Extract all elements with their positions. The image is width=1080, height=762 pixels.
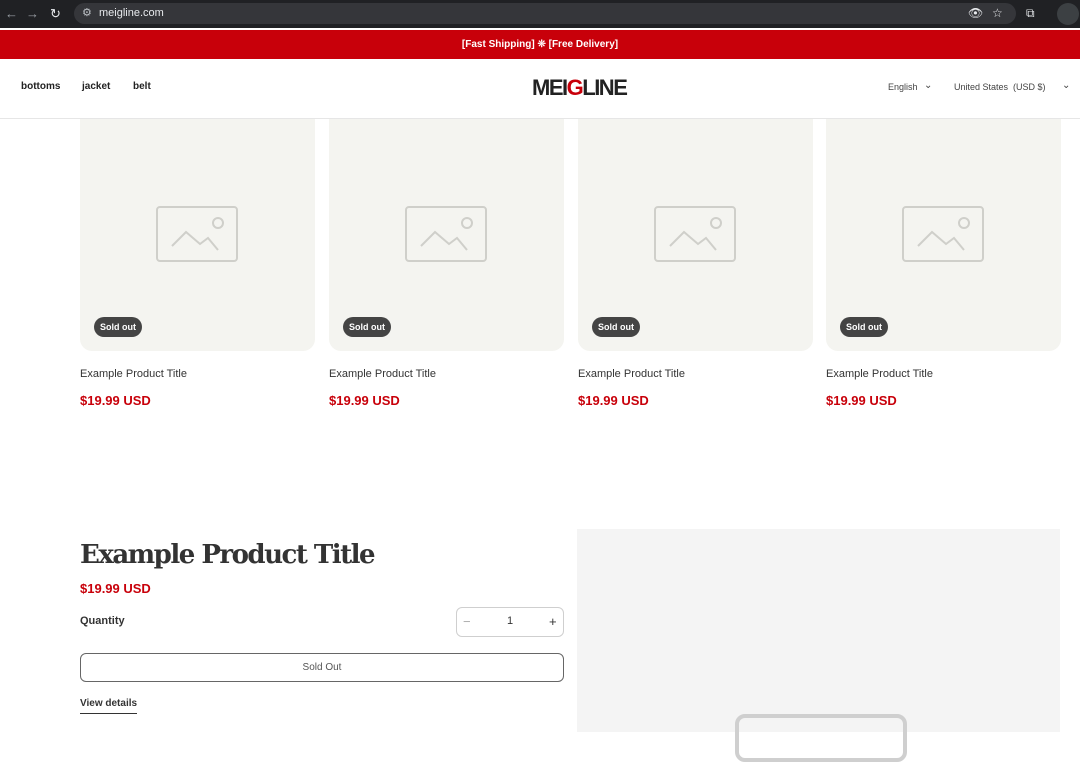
quantity-input[interactable]: 1 (507, 615, 513, 627)
logo-part-red: G (566, 75, 584, 100)
sold-out-badge: Sold out (343, 317, 391, 337)
product-price: $19.99 USD (80, 393, 151, 408)
product-image-placeholder[interactable]: Sold out (329, 119, 564, 351)
product-price: $19.99 USD (578, 393, 649, 408)
quantity-label: Quantity (80, 615, 125, 627)
extensions-icon[interactable]: ⧉ (1026, 6, 1035, 21)
language-selector[interactable]: English (888, 82, 918, 92)
decrease-quantity-button[interactable]: − (463, 614, 471, 629)
reload-icon[interactable]: ↻ (50, 6, 61, 22)
product-card[interactable]: Sold out Example Product Title $19.99 US… (80, 119, 315, 408)
product-title[interactable]: Example Product Title (826, 368, 933, 380)
nav-jacket[interactable]: jacket (82, 81, 110, 92)
chevron-down-icon: ⌄ (924, 80, 933, 91)
view-details-link[interactable]: View details (80, 698, 138, 714)
product-title[interactable]: Example Product Title (578, 368, 685, 380)
product-card[interactable]: Sold out Example Product Title $19.99 US… (329, 119, 564, 408)
sold-out-badge: Sold out (94, 317, 142, 337)
country-name: United States (954, 82, 1009, 92)
quantity-stepper: − 1 + (456, 607, 564, 637)
product-card[interactable]: Sold out Example Product Title $19.99 US… (826, 119, 1061, 408)
product-image-placeholder[interactable]: Sold out (80, 119, 315, 351)
image-placeholder-icon (405, 206, 487, 262)
back-icon[interactable]: ← (5, 6, 18, 21)
product-card[interactable]: Sold out Example Product Title $19.99 US… (578, 119, 813, 408)
product-price: $19.99 USD (826, 393, 897, 408)
forward-icon[interactable]: → (26, 6, 39, 21)
logo-part: MEI (532, 75, 568, 100)
site-settings-icon[interactable]: ⚙ (82, 6, 92, 19)
sold-out-badge: Sold out (840, 317, 888, 337)
nav-bottoms[interactable]: bottoms (21, 81, 60, 92)
product-image-placeholder[interactable]: Sold out (578, 119, 813, 351)
star-icon[interactable]: ☆ (992, 6, 1003, 20)
product-title[interactable]: Example Product Title (329, 368, 436, 380)
logo-part: LINE (582, 75, 628, 100)
product-price: $19.99 USD (329, 393, 400, 408)
eye-off-icon[interactable]: 👁 (968, 6, 983, 20)
image-placeholder-icon (735, 714, 907, 762)
image-placeholder-icon (902, 206, 984, 262)
site-header: bottoms jacket belt MEIGLINE English ⌄ U… (0, 59, 1080, 119)
address-bar[interactable]: ⚙ meigline.com (74, 3, 1016, 24)
site-logo[interactable]: MEIGLINE (532, 75, 628, 101)
image-placeholder-icon (156, 206, 238, 262)
featured-product-title: Example Product Title (80, 540, 376, 570)
currency-label: (USD $) (1013, 82, 1046, 92)
chevron-down-icon: ⌄ (1062, 80, 1071, 91)
increase-quantity-button[interactable]: + (549, 614, 557, 629)
product-title[interactable]: Example Product Title (80, 368, 187, 380)
image-placeholder-icon (654, 206, 736, 262)
url-text: meigline.com (99, 7, 164, 19)
product-image-placeholder[interactable]: Sold out (826, 119, 1061, 351)
profile-icon[interactable] (1057, 3, 1079, 25)
featured-product-image[interactable] (577, 529, 1060, 762)
featured-product-price: $19.99 USD (80, 581, 151, 596)
nav-belt[interactable]: belt (133, 81, 151, 92)
country-selector[interactable]: United States (USD $) (954, 82, 1046, 92)
announcement-bar: [Fast Shipping] ❊ [Free Delivery] (0, 30, 1080, 59)
sold-out-button[interactable]: Sold Out (80, 653, 564, 682)
sold-out-badge: Sold out (592, 317, 640, 337)
browser-toolbar: ← → ↻ ⚙ meigline.com 👁 ☆ ⧉ (0, 0, 1080, 28)
